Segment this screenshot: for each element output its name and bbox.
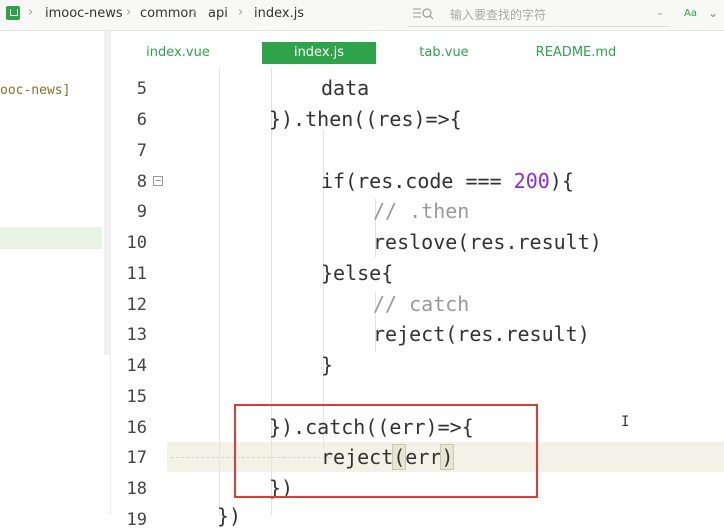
code-line: reslove(res.result): [373, 230, 602, 254]
line-number: 7: [136, 141, 147, 161]
fold-minus-icon[interactable]: −: [153, 176, 163, 186]
project-root-label[interactable]: ooc-news]: [0, 83, 70, 98]
explorer-selected-row[interactable]: [0, 227, 102, 249]
search-input[interactable]: [450, 4, 640, 26]
code-line: }: [321, 353, 334, 377]
line-number: 19: [126, 510, 147, 530]
tab-readme-md[interactable]: README.md: [521, 42, 631, 64]
line-number: 8: [136, 172, 147, 192]
search-icon: [413, 8, 434, 20]
breadcrumb-item-file[interactable]: index.js: [254, 6, 304, 21]
code-comment: // .then: [373, 199, 470, 223]
line-number: 15: [126, 387, 147, 407]
text-cursor-icon: I: [621, 414, 630, 430]
breadcrumb-separator-icon: ›: [192, 5, 198, 20]
code-line: }).then((res)=>{: [269, 107, 462, 131]
chevron-down-icon[interactable]: ⌄: [656, 7, 664, 18]
breadcrumb-separator-icon: ›: [28, 5, 34, 20]
number-literal: 200: [513, 169, 550, 193]
breadcrumb-item-project[interactable]: imooc-news: [45, 6, 123, 21]
tab-tab-vue[interactable]: tab.vue: [399, 42, 489, 64]
code-line: reject(res.result): [373, 322, 590, 346]
line-number: 17: [126, 448, 147, 468]
line-number: 10: [126, 233, 147, 253]
tab-index-vue[interactable]: index.vue: [133, 42, 223, 64]
code-line: data: [321, 76, 370, 100]
line-number: 6: [136, 110, 147, 130]
line-number: 14: [126, 356, 147, 376]
explorer-scrollbar[interactable]: [104, 31, 110, 355]
breadcrumb-item-api[interactable]: api: [208, 6, 228, 21]
line-number: 16: [126, 418, 147, 438]
breadcrumb-item-common[interactable]: common: [140, 6, 197, 21]
code-line: }else{: [321, 261, 394, 285]
line-number: 11: [126, 264, 147, 284]
app-logo-icon: [6, 6, 20, 20]
code-comment: // catch: [373, 292, 470, 316]
code-token: if(res.code ===: [321, 169, 514, 193]
line-number: 13: [126, 325, 147, 345]
file-explorer: ooc-news]: [0, 31, 111, 515]
line-number: 18: [126, 479, 147, 499]
line-number: 5: [136, 79, 147, 99]
chevron-down-icon[interactable]: ⌄: [708, 6, 718, 20]
match-case-toggle[interactable]: Aa: [684, 8, 697, 19]
editor-tab-bar: index.vue index.js tab.vue README.md: [111, 31, 724, 67]
search-box[interactable]: ⌄: [408, 4, 670, 27]
breadcrumb-separator-icon: ›: [126, 5, 132, 20]
indent-guide: [219, 68, 220, 515]
line-number: 9: [136, 202, 147, 222]
code-line: }): [217, 504, 242, 528]
breadcrumb-separator-icon: ›: [238, 5, 244, 20]
breadcrumb-bar: › imooc-news › common › api › index.js ⌄…: [0, 0, 724, 31]
code-token: ){: [549, 169, 574, 193]
line-number: 12: [126, 295, 147, 315]
annotation-highlight-box: [234, 404, 538, 498]
tab-index-js[interactable]: index.js: [262, 42, 376, 64]
code-line: if(res.code === 200){: [321, 169, 574, 193]
